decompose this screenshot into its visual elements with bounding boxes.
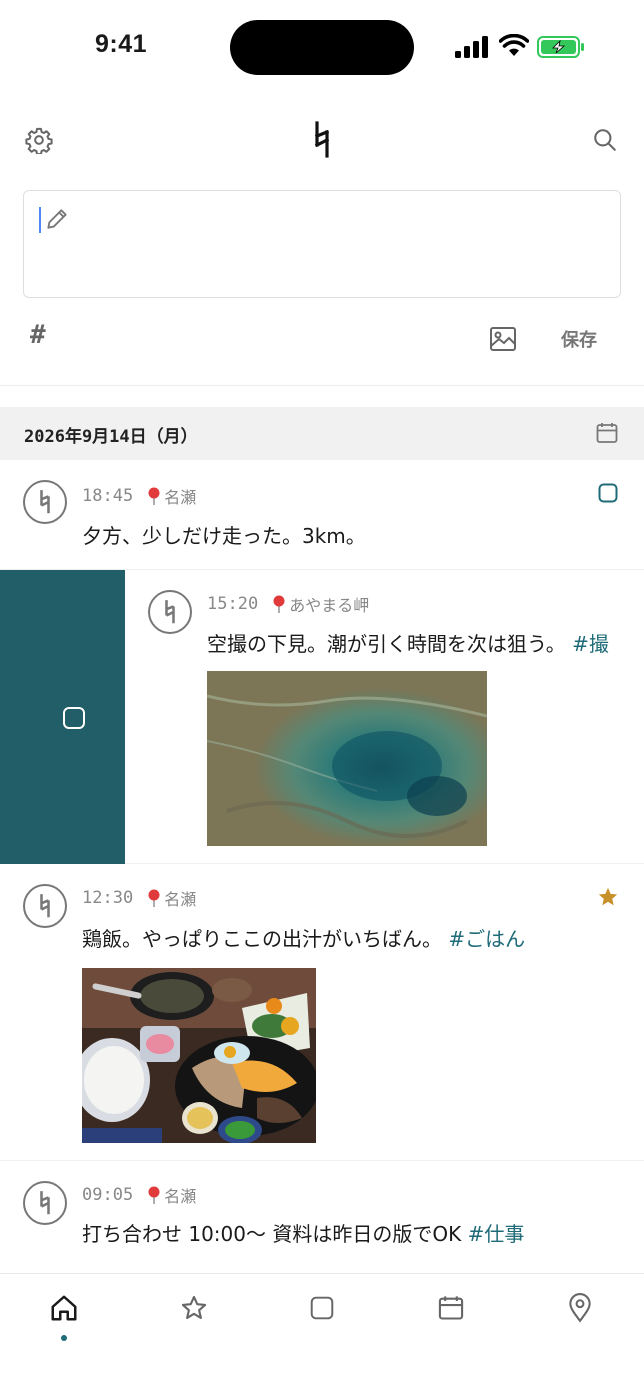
square-icon[interactable] — [598, 483, 618, 503]
entry-meta: 09:05 名瀬 — [82, 1183, 196, 1207]
entry-time: 12:30 — [82, 888, 134, 908]
pin-icon — [147, 1185, 161, 1205]
avatar — [148, 590, 192, 634]
location-icon — [569, 1293, 591, 1323]
logo-icon — [165, 600, 175, 624]
active-tab-indicator — [61, 1335, 67, 1341]
swipe-action-panel[interactable] — [0, 570, 125, 864]
entry-tag[interactable]: #仕事 — [468, 1222, 525, 1246]
status-bar: 9:41 — [0, 0, 644, 96]
square-icon — [310, 1296, 334, 1320]
entry-time: 15:20 — [207, 594, 259, 614]
composer-toolbar: # 保存 — [0, 320, 644, 360]
entry-location: 名瀬 — [164, 488, 197, 507]
tab-bar — [0, 1273, 644, 1400]
pin-icon — [272, 594, 286, 614]
date-header: 2026年9月14日（月） — [0, 407, 644, 460]
logo-icon — [40, 894, 50, 918]
entry-item[interactable]: 12:30 名瀬 鶏飯。やっぱりここの出汁がいちばん。 #ごはん — [0, 864, 644, 1161]
save-button[interactable]: 保存 — [552, 326, 606, 352]
tag-button[interactable]: # — [30, 320, 46, 350]
pencil-icon — [47, 209, 67, 229]
entry-text: 打ち合わせ 10:00〜 資料は昨日の版でOK #仕事 — [82, 1218, 524, 1247]
tab-tasks[interactable] — [306, 1292, 338, 1324]
entry-tag[interactable]: #ごはん — [448, 927, 525, 951]
entry-text: 夕方、少しだけ走った。3km。 — [82, 520, 366, 549]
star-icon[interactable] — [597, 886, 619, 908]
entry-item[interactable]: 09:05 名瀬 打ち合わせ 10:00〜 資料は昨日の版でOK #仕事 — [0, 1161, 644, 1273]
calendar-icon[interactable] — [596, 422, 618, 444]
star-icon — [181, 1295, 207, 1319]
entry-body: 空撮の下見。潮が引く時間を次は狙う。 — [207, 632, 566, 656]
entry-tag[interactable]: #撮 — [572, 632, 609, 656]
composer-input[interactable] — [80, 203, 600, 231]
entry-time: 09:05 — [82, 1185, 134, 1205]
image-icon[interactable] — [489, 326, 517, 352]
settings-button[interactable] — [23, 124, 55, 156]
dynamic-island — [230, 20, 414, 75]
gear-icon — [25, 127, 53, 154]
composer-box[interactable] — [23, 190, 621, 298]
signal-icon — [455, 36, 488, 58]
logo-icon — [40, 1191, 50, 1215]
entry-meta: 15:20 あやまる岬 — [207, 592, 369, 616]
divider — [0, 385, 644, 386]
tab-map[interactable] — [564, 1292, 596, 1324]
entry-location: 名瀬 — [164, 890, 197, 909]
square-icon — [63, 707, 85, 729]
wifi-icon — [499, 34, 529, 56]
entry-text: 空撮の下見。潮が引く時間を次は狙う。 #撮 — [207, 628, 644, 657]
entry-meta: 18:45 名瀬 — [82, 484, 196, 508]
avatar — [23, 1181, 67, 1225]
avatar — [23, 884, 67, 928]
entry-location: あやまる岬 — [289, 596, 370, 615]
search-button[interactable] — [589, 124, 621, 156]
entry-location: 名瀬 — [164, 1187, 197, 1206]
calendar-icon — [438, 1296, 464, 1320]
app-logo — [306, 118, 338, 162]
entry-meta: 12:30 名瀬 — [82, 886, 196, 910]
tab-calendar[interactable] — [435, 1292, 467, 1324]
avatar — [23, 480, 67, 524]
entry-time: 18:45 — [82, 486, 134, 506]
battery-icon — [537, 36, 584, 58]
pin-icon — [147, 888, 161, 908]
app-header — [0, 110, 644, 170]
entry-body: 鶏飯。やっぱりここの出汁がいちばん。 — [82, 927, 442, 951]
entry-body: 夕方、少しだけ走った。3km。 — [82, 524, 366, 548]
food-tray-photo[interactable] — [82, 968, 316, 1143]
logo-icon — [40, 490, 50, 514]
date-label: 2026年9月14日（月） — [24, 427, 198, 447]
tab-favorites[interactable] — [178, 1292, 210, 1324]
logo-icon — [314, 121, 330, 158]
aerial-reef-photo[interactable] — [207, 671, 487, 846]
tab-home[interactable] — [48, 1292, 80, 1324]
entry-body: 打ち合わせ 10:00〜 資料は昨日の版でOK — [82, 1222, 462, 1246]
entry-text: 鶏飯。やっぱりここの出汁がいちばん。 #ごはん — [82, 923, 525, 952]
search-icon — [594, 129, 616, 151]
entry-item[interactable]: 18:45 名瀬 夕方、少しだけ走った。3km。 — [0, 460, 644, 570]
status-time: 9:41 — [95, 30, 148, 58]
home-icon — [51, 1295, 77, 1321]
text-caret — [39, 207, 41, 233]
pin-icon — [147, 486, 161, 506]
